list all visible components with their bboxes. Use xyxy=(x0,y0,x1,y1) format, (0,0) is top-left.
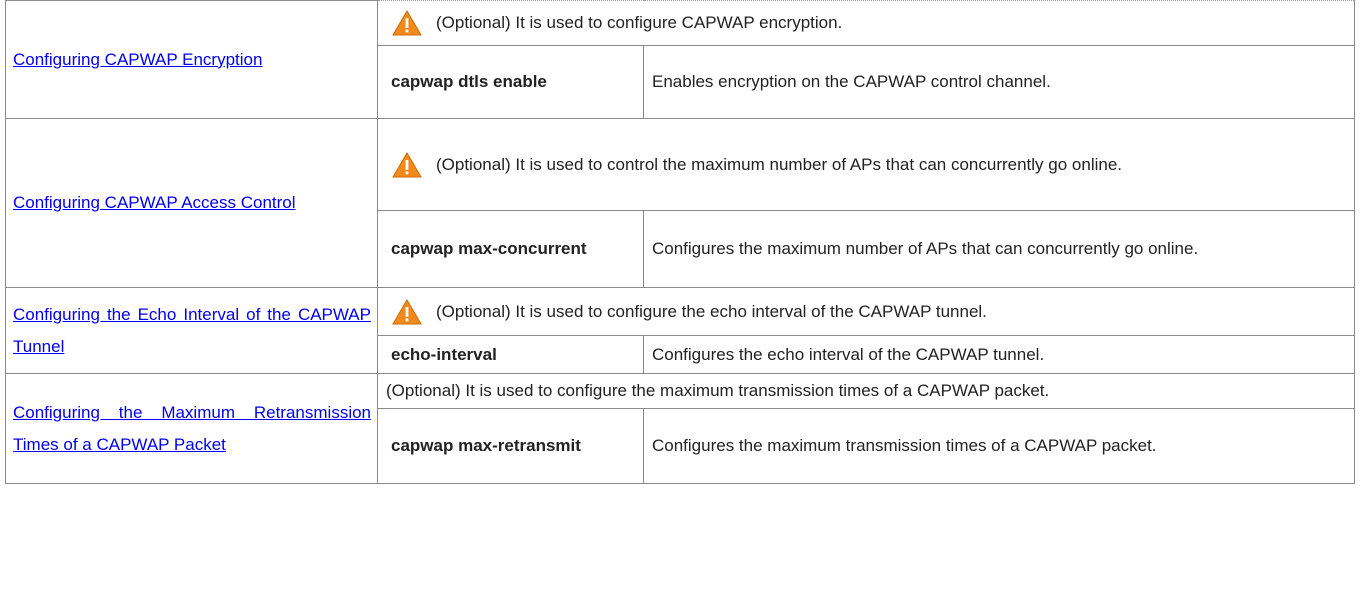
task-link-capwap-access-control[interactable]: Configuring CAPWAP Access Control xyxy=(13,187,371,219)
task-cell: Configuring the Maximum Retransmission T… xyxy=(5,373,378,484)
description-cell: Configures the echo interval of the CAPW… xyxy=(643,335,1355,374)
task-link-echo-interval[interactable]: Configuring the Echo Interval of the CAP… xyxy=(13,299,371,363)
task-cell: Configuring CAPWAP Encryption xyxy=(5,0,378,119)
note-text: (Optional) It is used to configure the e… xyxy=(436,301,987,321)
note-text: (Optional) It is used to control the max… xyxy=(436,154,1123,174)
description-cell: Enables encryption on the CAPWAP control… xyxy=(643,45,1355,119)
description-cell: Configures the maximum number of APs tha… xyxy=(643,210,1355,288)
task-cell: Configuring CAPWAP Access Control xyxy=(5,118,378,288)
note-cell: (Optional) It is used to configure the e… xyxy=(377,287,1355,336)
table-row: Configuring CAPWAP Encryption (Optional)… xyxy=(5,0,1355,119)
task-link-capwap-encryption[interactable]: Configuring CAPWAP Encryption xyxy=(13,44,371,76)
table-row: Configuring the Echo Interval of the CAP… xyxy=(5,287,1355,374)
task-link-max-retransmission[interactable]: Configuring the Maximum Retransmission T… xyxy=(13,397,371,461)
note-cell: (Optional) It is used to configure the m… xyxy=(377,373,1355,409)
note-text: (Optional) It is used to configure CAPWA… xyxy=(436,13,843,32)
command-cell: capwap max-retransmit xyxy=(377,408,644,484)
task-cell: Configuring the Echo Interval of the CAP… xyxy=(5,287,378,374)
warning-triangle-icon xyxy=(392,151,422,177)
command-cell: echo-interval xyxy=(377,335,644,374)
description-cell: Configures the maximum transmission time… xyxy=(643,408,1355,484)
configuration-task-table: Configuring CAPWAP Encryption (Optional)… xyxy=(5,0,1355,484)
table-row: Configuring the Maximum Retransmission T… xyxy=(5,373,1355,484)
note-cell: (Optional) It is used to control the max… xyxy=(377,118,1355,211)
warning-triangle-icon xyxy=(392,10,422,36)
warning-triangle-icon xyxy=(392,298,422,324)
table-row: Configuring CAPWAP Access Control (Optio… xyxy=(5,118,1355,288)
note-cell: (Optional) It is used to configure CAPWA… xyxy=(377,0,1355,46)
command-cell: capwap max-concurrent xyxy=(377,210,644,288)
command-cell: capwap dtls enable xyxy=(377,45,644,119)
